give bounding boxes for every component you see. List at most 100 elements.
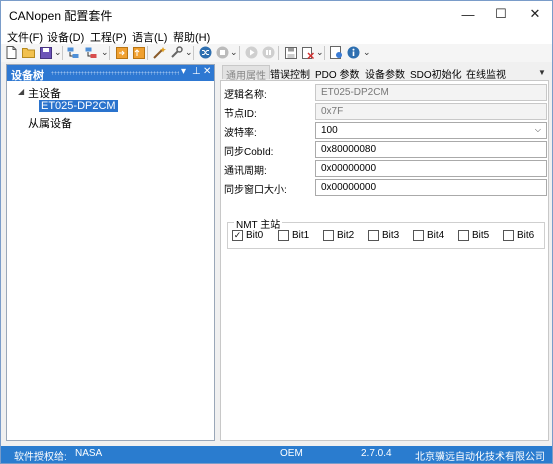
menu-help[interactable]: 帮助(H): [173, 29, 210, 45]
minimize-button[interactable]: —: [451, 1, 485, 27]
delete-icon[interactable]: [301, 46, 314, 59]
stop-icon[interactable]: [216, 46, 229, 59]
bit2-checkbox[interactable]: Bit2: [323, 230, 354, 241]
checkbox-box: [368, 230, 379, 241]
toolbar-overflow-icon[interactable]: ⌄: [363, 47, 371, 58]
bit4-checkbox[interactable]: Bit4: [413, 230, 444, 241]
toolbar-separator: [278, 46, 279, 60]
general-properties: 逻辑名称: ET025-DP2CM 节点ID: 0x7F 波特率: 100 ⌵ 同…: [220, 80, 549, 441]
toolbar-overflow-icon[interactable]: ⌄: [54, 47, 62, 58]
dock-close-icon[interactable]: ✕: [203, 66, 211, 77]
import-icon[interactable]: [115, 46, 128, 59]
device-tree-header: 设备树 ▾ ⊥ ✕: [7, 65, 214, 82]
tab-device-params[interactable]: 设备参数: [365, 66, 405, 81]
bit5-checkbox[interactable]: Bit5: [458, 230, 489, 241]
pause-icon[interactable]: [262, 46, 275, 59]
play-icon[interactable]: [245, 46, 258, 59]
close-icon: ✕: [529, 6, 541, 21]
edition-text: OEM: [280, 448, 303, 459]
toolbar-overflow-icon[interactable]: ⌄: [316, 47, 324, 58]
tab-sdo-init[interactable]: SDO初始化: [410, 66, 462, 81]
add-device-icon[interactable]: [67, 46, 80, 59]
toolbar-overflow-icon[interactable]: ⌄: [185, 47, 193, 58]
sync-window-value: 0x00000000: [321, 182, 377, 193]
menu-file[interactable]: 文件(F): [7, 29, 43, 45]
checkbox-box: [278, 230, 289, 241]
checkbox-box: ✓: [232, 230, 243, 241]
menu-language[interactable]: 语言(L): [132, 29, 167, 45]
bit1-checkbox[interactable]: Bit1: [278, 230, 309, 241]
checkbox-box: [323, 230, 334, 241]
device-tree-panel: 设备树 ▾ ⊥ ✕ ◢ 主设备 ET025-DP2CM 从属设备: [6, 64, 215, 441]
bit4-label: Bit4: [427, 230, 445, 241]
tab-bar: 通用属性 错误控制 PDO 参数 设备参数 SDO初始化 在线监视 ▼: [220, 64, 549, 82]
chevron-down-icon: ⌵: [534, 125, 541, 134]
window-title: CANopen 配置套件: [9, 9, 113, 23]
bit3-label: Bit3: [382, 230, 400, 241]
menu-device[interactable]: 设备(D): [47, 29, 84, 45]
remove-device-icon[interactable]: [85, 46, 98, 59]
tree-item-slave[interactable]: 从属设备: [28, 115, 72, 131]
toolbar-separator: [109, 46, 110, 60]
menu-bar: 文件(F) 设备(D) 工程(P) 语言(L) 帮助(H): [1, 27, 552, 44]
tab-online-monitor[interactable]: 在线监视: [466, 66, 506, 81]
checkbox-box: [458, 230, 469, 241]
sync-cobid-value: 0x80000080: [321, 144, 377, 155]
nmt-master-group: NMT 主站 ✓ Bit0 Bit1 Bit2 Bit3 Bit4 Bit5 B…: [227, 216, 545, 249]
info-icon[interactable]: [347, 46, 360, 59]
save-icon[interactable]: [39, 46, 52, 59]
check-icon: ✓: [233, 230, 242, 240]
bit0-checkbox[interactable]: ✓ Bit0: [232, 230, 263, 241]
dock-grip[interactable]: [51, 71, 179, 75]
wand-icon[interactable]: [153, 46, 166, 59]
menu-project[interactable]: 工程(P): [90, 29, 127, 45]
sync-window-input[interactable]: 0x00000000: [315, 179, 547, 196]
license-label: 软件授权给:: [14, 452, 67, 463]
node-id-label: 节点ID:: [224, 109, 257, 120]
baud-rate-select[interactable]: 100 ⌵: [315, 122, 547, 139]
bit3-checkbox[interactable]: Bit3: [368, 230, 399, 241]
close-button[interactable]: ✕: [518, 1, 552, 27]
maximize-icon: ☐: [495, 6, 507, 21]
tab-general[interactable]: 通用属性: [222, 65, 270, 82]
export-icon[interactable]: [132, 46, 145, 59]
toolbar-overflow-icon[interactable]: ⌄: [230, 47, 238, 58]
comm-cycle-input[interactable]: 0x00000000: [315, 160, 547, 177]
tab-error-control[interactable]: 错误控制: [270, 66, 310, 81]
new-file-icon[interactable]: [5, 46, 18, 59]
tree-item-master[interactable]: 主设备: [28, 85, 61, 101]
sync-window-label: 同步窗口大小:: [224, 185, 287, 196]
dock-pin-icon[interactable]: ⊥: [192, 66, 201, 77]
settings-icon[interactable]: [330, 46, 343, 59]
shuffle-icon[interactable]: [199, 46, 212, 59]
baud-rate-value: 100: [321, 125, 338, 136]
toolbar-overflow-icon[interactable]: ⌄: [101, 47, 109, 58]
node-id-value: 0x7F: [321, 106, 344, 117]
expand-arrow-icon[interactable]: ◢: [18, 87, 24, 96]
bit1-label: Bit1: [292, 230, 310, 241]
license-value: NASA: [75, 448, 103, 459]
maximize-button[interactable]: ☐: [484, 1, 518, 27]
bit2-label: Bit2: [337, 230, 355, 241]
sync-cobid-input[interactable]: 0x80000080: [315, 141, 547, 158]
company-text: 北京骥远自动化技术有限公司: [415, 452, 545, 463]
bit6-checkbox[interactable]: Bit6: [503, 230, 534, 241]
title-bar: CANopen 配置套件 — ☐ ✕: [1, 1, 552, 27]
tab-scroll-icon[interactable]: ▼: [538, 68, 546, 77]
logic-name-value: ET025-DP2CM: [321, 87, 389, 98]
tools-icon[interactable]: [170, 46, 183, 59]
checkbox-box: [503, 230, 514, 241]
tab-pdo-params[interactable]: PDO 参数: [315, 66, 359, 81]
floppy-icon[interactable]: [284, 46, 297, 59]
nmt-master-title: NMT 主站: [234, 216, 283, 231]
app-window: CANopen 配置套件 — ☐ ✕ 文件(F) 设备(D) 工程(P) 语言(…: [0, 0, 553, 464]
toolbar: ⌄ ⌄ ⌄ ⌄ ⌄ ⌄: [1, 44, 552, 62]
tree-item-master-device[interactable]: ET025-DP2CM: [39, 100, 118, 112]
minimize-icon: —: [461, 6, 475, 22]
bit5-label: Bit5: [472, 230, 490, 241]
dock-dropdown-icon[interactable]: ▾: [181, 66, 186, 77]
toolbar-separator: [193, 46, 194, 60]
node-id-field: 0x7F: [315, 103, 547, 120]
open-folder-icon[interactable]: [22, 46, 35, 59]
toolbar-separator: [62, 46, 63, 60]
